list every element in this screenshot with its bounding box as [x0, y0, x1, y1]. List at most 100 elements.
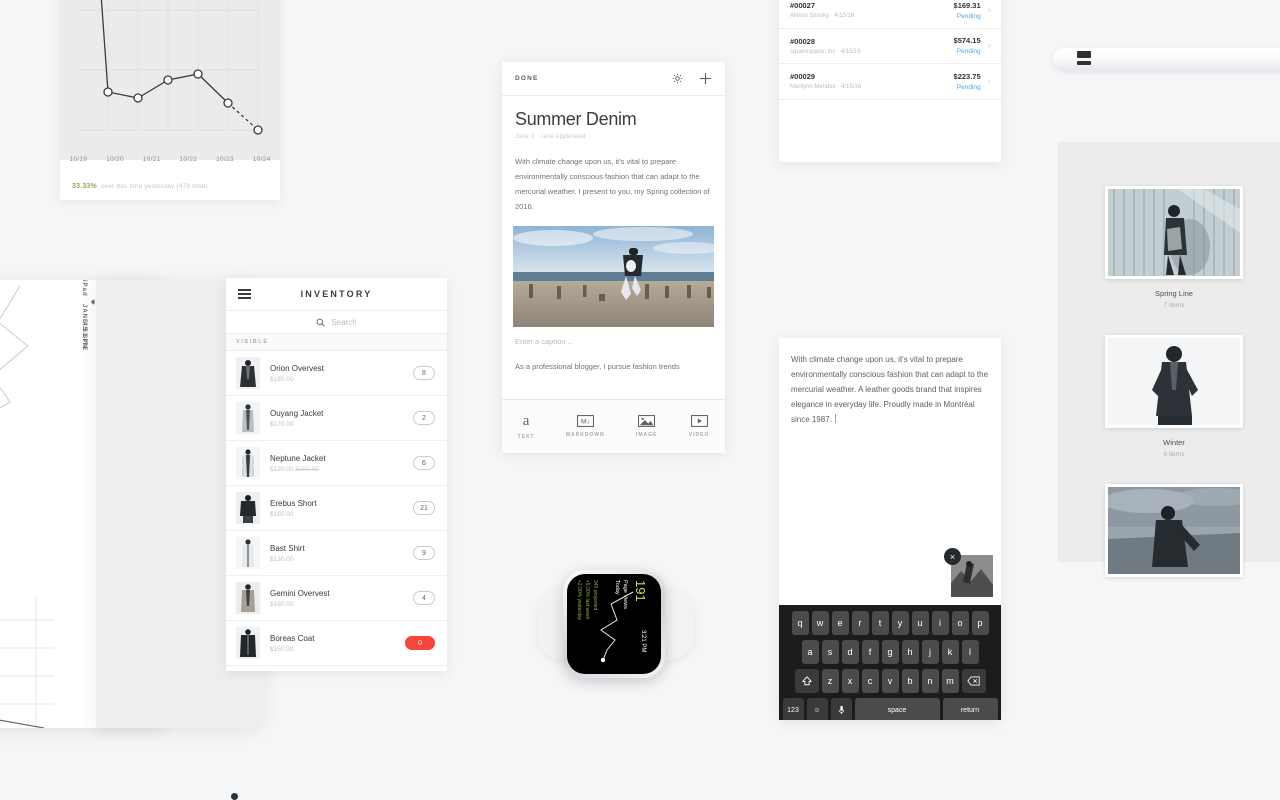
key-f[interactable]: f — [861, 640, 879, 664]
product-quantity-badge[interactable]: 21 — [413, 501, 435, 515]
key-return[interactable]: return — [942, 698, 998, 720]
collection-card-spring[interactable]: Spring Line 7 items — [1105, 142, 1243, 309]
markdown-icon: M↓ — [576, 415, 594, 427]
delete-icon[interactable] — [961, 669, 986, 693]
text-caret — [834, 414, 836, 423]
key-b[interactable]: b — [901, 669, 919, 693]
post-body[interactable]: With climate change upon us, it's vital … — [515, 154, 712, 214]
key-m[interactable]: m — [941, 669, 959, 693]
toolbar-video-button[interactable]: VIDEO — [689, 415, 710, 438]
toolbar-image-button[interactable]: IMAGE — [636, 415, 657, 438]
ipad-status-bar: iPad JANE'S SITE 4:53 PM — [81, 280, 136, 728]
post-photo[interactable] — [513, 226, 714, 327]
analytics-chart-card: 10/19 10/20 10/21 10/22 10/23 10/24 33.3… — [60, 0, 280, 200]
product-quantity-badge[interactable]: 6 — [413, 456, 435, 470]
order-row[interactable]: #00027 Allison Sirosky · 4/15/16 $169.31 Pe… — [779, 0, 1001, 29]
key-z[interactable]: z — [821, 669, 839, 693]
status-time: 4:53 PM — [81, 322, 87, 349]
home-button[interactable] — [231, 793, 238, 800]
product-quantity-badge[interactable]: 9 — [413, 546, 435, 560]
post-body-continued[interactable]: As a professional blogger, I pursue fash… — [515, 362, 712, 371]
search-input[interactable]: Search — [331, 318, 356, 327]
key-h[interactable]: h — [901, 640, 919, 664]
product-price: $160.00 — [270, 600, 294, 608]
watch-screen[interactable]: 191 Page Views Today 340 projected +5.00… — [567, 574, 661, 674]
key-t[interactable]: t — [871, 611, 889, 635]
order-customer: squarespace, inc · 4/15/16 — [790, 48, 861, 55]
inventory-row[interactable]: Bast Shirt $130.00 9 — [226, 531, 447, 576]
microphone-icon[interactable] — [830, 698, 852, 720]
collection-thumbnail — [1105, 186, 1243, 279]
product-quantity-badge[interactable]: 0 — [405, 636, 435, 650]
key-c[interactable]: c — [861, 669, 879, 693]
key-s[interactable]: s — [821, 640, 839, 664]
key-l[interactable]: l — [961, 640, 979, 664]
plus-icon[interactable] — [699, 72, 712, 85]
product-price: $170.00 — [270, 420, 294, 428]
product-thumbnail — [236, 582, 260, 614]
inventory-title: INVENTORY — [300, 289, 373, 299]
key-k[interactable]: k — [941, 640, 959, 664]
editor-navbar: DONE — [502, 62, 725, 96]
composer-textarea[interactable]: With climate change upon us, it's vital … — [779, 338, 1001, 427]
key-q[interactable]: q — [791, 611, 809, 635]
key-p[interactable]: p — [971, 611, 989, 635]
search-bar[interactable]: Search — [226, 311, 447, 334]
chart-summary-note: over this time yesterday (478 total) — [100, 182, 208, 190]
product-thumbnail — [236, 402, 260, 434]
mockup-stage: 10/19 10/20 10/21 10/22 10/23 10/24 33.3… — [0, 0, 1280, 800]
gear-icon[interactable] — [672, 73, 683, 84]
product-quantity-badge[interactable]: 4 — [413, 591, 435, 605]
svg-text:M↓: M↓ — [581, 419, 590, 426]
key-o[interactable]: o — [951, 611, 969, 635]
on-screen-keyboard: qwertyuiop asdfghjkl zxcvbnm 123 ☺ space… — [779, 605, 1001, 720]
inventory-row[interactable]: Ouyang Jacket $170.00 2 — [226, 396, 447, 441]
collection-card-third[interactable] — [1105, 458, 1243, 577]
x-tick: 10/22 — [179, 155, 198, 163]
key-j[interactable]: j — [921, 640, 939, 664]
caption-input[interactable]: Enter a caption ... — [515, 337, 712, 346]
order-row[interactable]: #00028 squarespace, inc · 4/15/16 $574.15 P… — [779, 29, 1001, 64]
collection-card-winter[interactable]: Winter 8 items — [1105, 309, 1243, 458]
toolbar-markdown-button[interactable]: M↓ MARKDOWN — [566, 415, 605, 438]
key-i[interactable]: i — [931, 611, 949, 635]
inventory-row[interactable]: Erebus Short $160.00 21 — [226, 486, 447, 531]
key-space[interactable]: space — [854, 698, 940, 720]
post-title[interactable]: Summer Denim — [515, 109, 725, 130]
inventory-row[interactable]: Boreas Coat $150.00 0 — [226, 621, 447, 666]
product-quantity-badge[interactable]: 2 — [413, 411, 435, 425]
collection-count: 7 items — [1163, 302, 1185, 309]
inventory-row[interactable]: Gemini Overvest $160.00 4 — [226, 576, 447, 621]
key-e[interactable]: e — [831, 611, 849, 635]
metric-grid-chart — [0, 596, 54, 728]
key-x[interactable]: x — [841, 669, 859, 693]
toolbar-label: IMAGE — [636, 432, 658, 438]
done-button[interactable]: DONE — [515, 75, 539, 82]
key-a[interactable]: a — [801, 640, 819, 664]
order-row[interactable]: #00029 Marilynn Mendes · 4/15/16 $223.75 Pe… — [779, 64, 1001, 100]
product-name: Boreas Coat — [270, 633, 315, 643]
inventory-row[interactable]: Orion Overvest $180.00 8 — [226, 351, 447, 396]
toolbar-label: MARKDOWN — [565, 432, 605, 438]
order-amount: $574.15 — [953, 36, 981, 46]
key-w[interactable]: w — [811, 611, 829, 635]
keyboard-row-1: qwertyuiop — [782, 611, 998, 635]
shift-icon[interactable] — [794, 669, 819, 693]
key-y[interactable]: y — [891, 611, 909, 635]
product-name: Erebus Short — [270, 498, 317, 508]
key-u[interactable]: u — [911, 611, 929, 635]
key-g[interactable]: g — [881, 640, 899, 664]
key-numbers[interactable]: 123 — [782, 698, 804, 720]
toolbar-text-button[interactable]: a TEXT — [518, 413, 535, 440]
hamburger-icon[interactable] — [238, 289, 251, 299]
product-quantity-badge[interactable]: 8 — [413, 366, 435, 380]
inventory-row[interactable]: Neptune Jacket $120.00 $200.00 6 — [226, 441, 447, 486]
key-r[interactable]: r — [851, 611, 869, 635]
order-id: #00029 — [790, 72, 816, 82]
product-name: Orion Overvest — [270, 363, 324, 373]
key-v[interactable]: v — [881, 669, 899, 693]
key-d[interactable]: d — [841, 640, 859, 664]
key-n[interactable]: n — [921, 669, 939, 693]
close-icon[interactable]: × — [944, 548, 961, 565]
emoji-icon[interactable]: ☺ — [806, 698, 828, 720]
